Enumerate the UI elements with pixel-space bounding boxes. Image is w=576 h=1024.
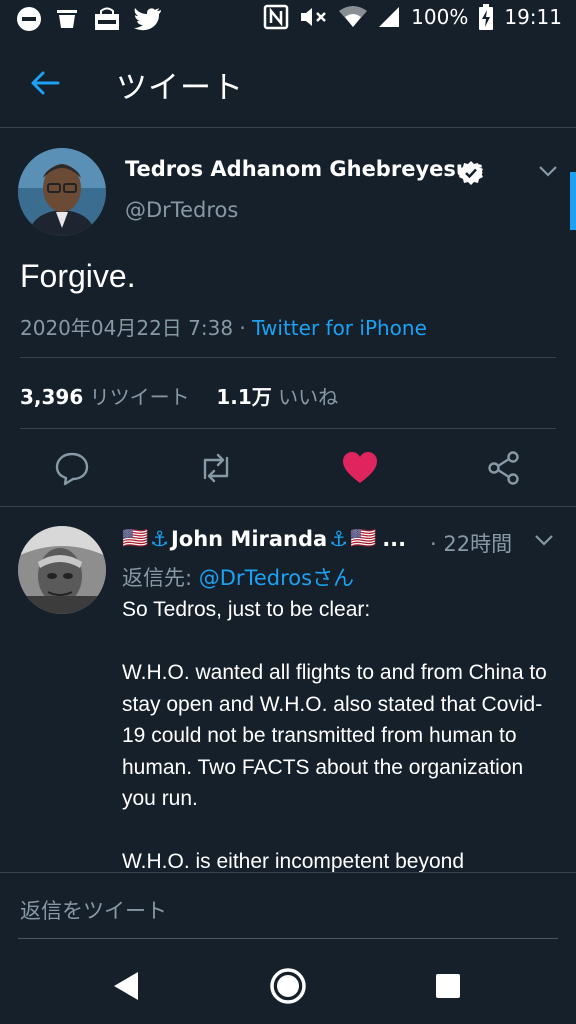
- share-icon[interactable]: [484, 448, 524, 488]
- divider: [0, 506, 576, 507]
- system-nav-bar: [0, 948, 576, 1024]
- reply-to-label: 返信先:: [122, 566, 199, 590]
- reply-to: 返信先: @DrTedrosさん: [122, 562, 354, 592]
- market-icon: [95, 7, 119, 30]
- retweet-icon[interactable]: [196, 448, 236, 488]
- reply-time: · 22時間: [430, 532, 513, 556]
- chevron-down-icon[interactable]: [536, 162, 560, 180]
- reply-to-handle[interactable]: @DrTedrosさん: [199, 566, 354, 590]
- signal-icon: [379, 7, 400, 27]
- nfc-icon: [263, 4, 289, 30]
- retweet-count[interactable]: 3,396: [20, 385, 83, 409]
- tweet-meta: 2020年04月22日 7:38 · Twitter for iPhone: [20, 312, 427, 341]
- reply-avatar[interactable]: [18, 526, 106, 614]
- author-handle[interactable]: @DrTedros: [125, 198, 238, 222]
- tweet-actions: [0, 440, 576, 498]
- reply-paragraph: W.H.O. wanted all flights to and from Ch…: [122, 661, 547, 810]
- retweet-label[interactable]: リツイート: [90, 385, 190, 409]
- scroll-indicator: [570, 172, 576, 230]
- like-heart-icon[interactable]: [340, 448, 380, 488]
- anchor-emoji: ⚓: [150, 526, 169, 551]
- name-ellipsis: ...: [382, 526, 407, 551]
- back-arrow-icon[interactable]: [28, 66, 62, 100]
- tweet-text: Forgive.: [20, 258, 136, 294]
- battery-percent: 100%: [411, 5, 469, 29]
- flag-emoji: 🇺🇸: [350, 526, 377, 550]
- twitter-bird-icon: [134, 8, 161, 31]
- compose-underline: [18, 938, 558, 939]
- reply-author-name[interactable]: John Miranda: [171, 527, 327, 551]
- tweet-source-link[interactable]: Twitter for iPhone: [252, 316, 427, 340]
- reply-text: So Tedros, just to be clear: W.H.O. want…: [122, 594, 562, 872]
- nav-recents-icon[interactable]: [428, 966, 468, 1006]
- tweet-stats: 3,396 リツイート 1.1万 いいね: [20, 381, 338, 410]
- mute-icon: [301, 8, 327, 26]
- divider: [20, 357, 556, 358]
- reply-header: 🇺🇸 ⚓ John Miranda ⚓ 🇺🇸 ...: [122, 526, 406, 551]
- wifi-icon: [339, 6, 368, 27]
- reply-compose-bar: 返信をツイート: [0, 872, 576, 948]
- author-name[interactable]: Tedros Adhanom Ghebreyesus: [125, 157, 483, 181]
- chevron-down-icon[interactable]: [532, 531, 556, 549]
- flag-emoji: 🇺🇸: [122, 526, 149, 550]
- tweet-timestamp: 2020年04月22日 7:38 ·: [20, 316, 253, 340]
- like-count[interactable]: 1.1万: [216, 385, 271, 409]
- like-label[interactable]: いいね: [278, 385, 338, 409]
- reply-paragraph: So Tedros, just to be clear:: [122, 598, 371, 621]
- reply-paragraph: W.H.O. is either incompetent beyond: [122, 850, 464, 872]
- nav-home-icon[interactable]: [268, 966, 308, 1006]
- anchor-emoji: ⚓: [329, 526, 349, 551]
- minus-circle-icon: [17, 7, 41, 31]
- cup-icon: [57, 10, 77, 28]
- divider: [20, 428, 556, 429]
- nav-back-icon[interactable]: [108, 966, 148, 1006]
- status-bar: 100% 19:11: [0, 0, 576, 40]
- clock: 19:11: [504, 5, 562, 29]
- reply-icon[interactable]: [52, 448, 92, 488]
- reply-compose-input[interactable]: 返信をツイート: [20, 895, 167, 925]
- app-bar: ツイート: [0, 40, 576, 128]
- author-avatar[interactable]: [18, 148, 106, 236]
- verified-badge-icon: [459, 161, 483, 185]
- battery-charging-icon: [479, 4, 494, 30]
- page-title: ツイート: [116, 70, 244, 106]
